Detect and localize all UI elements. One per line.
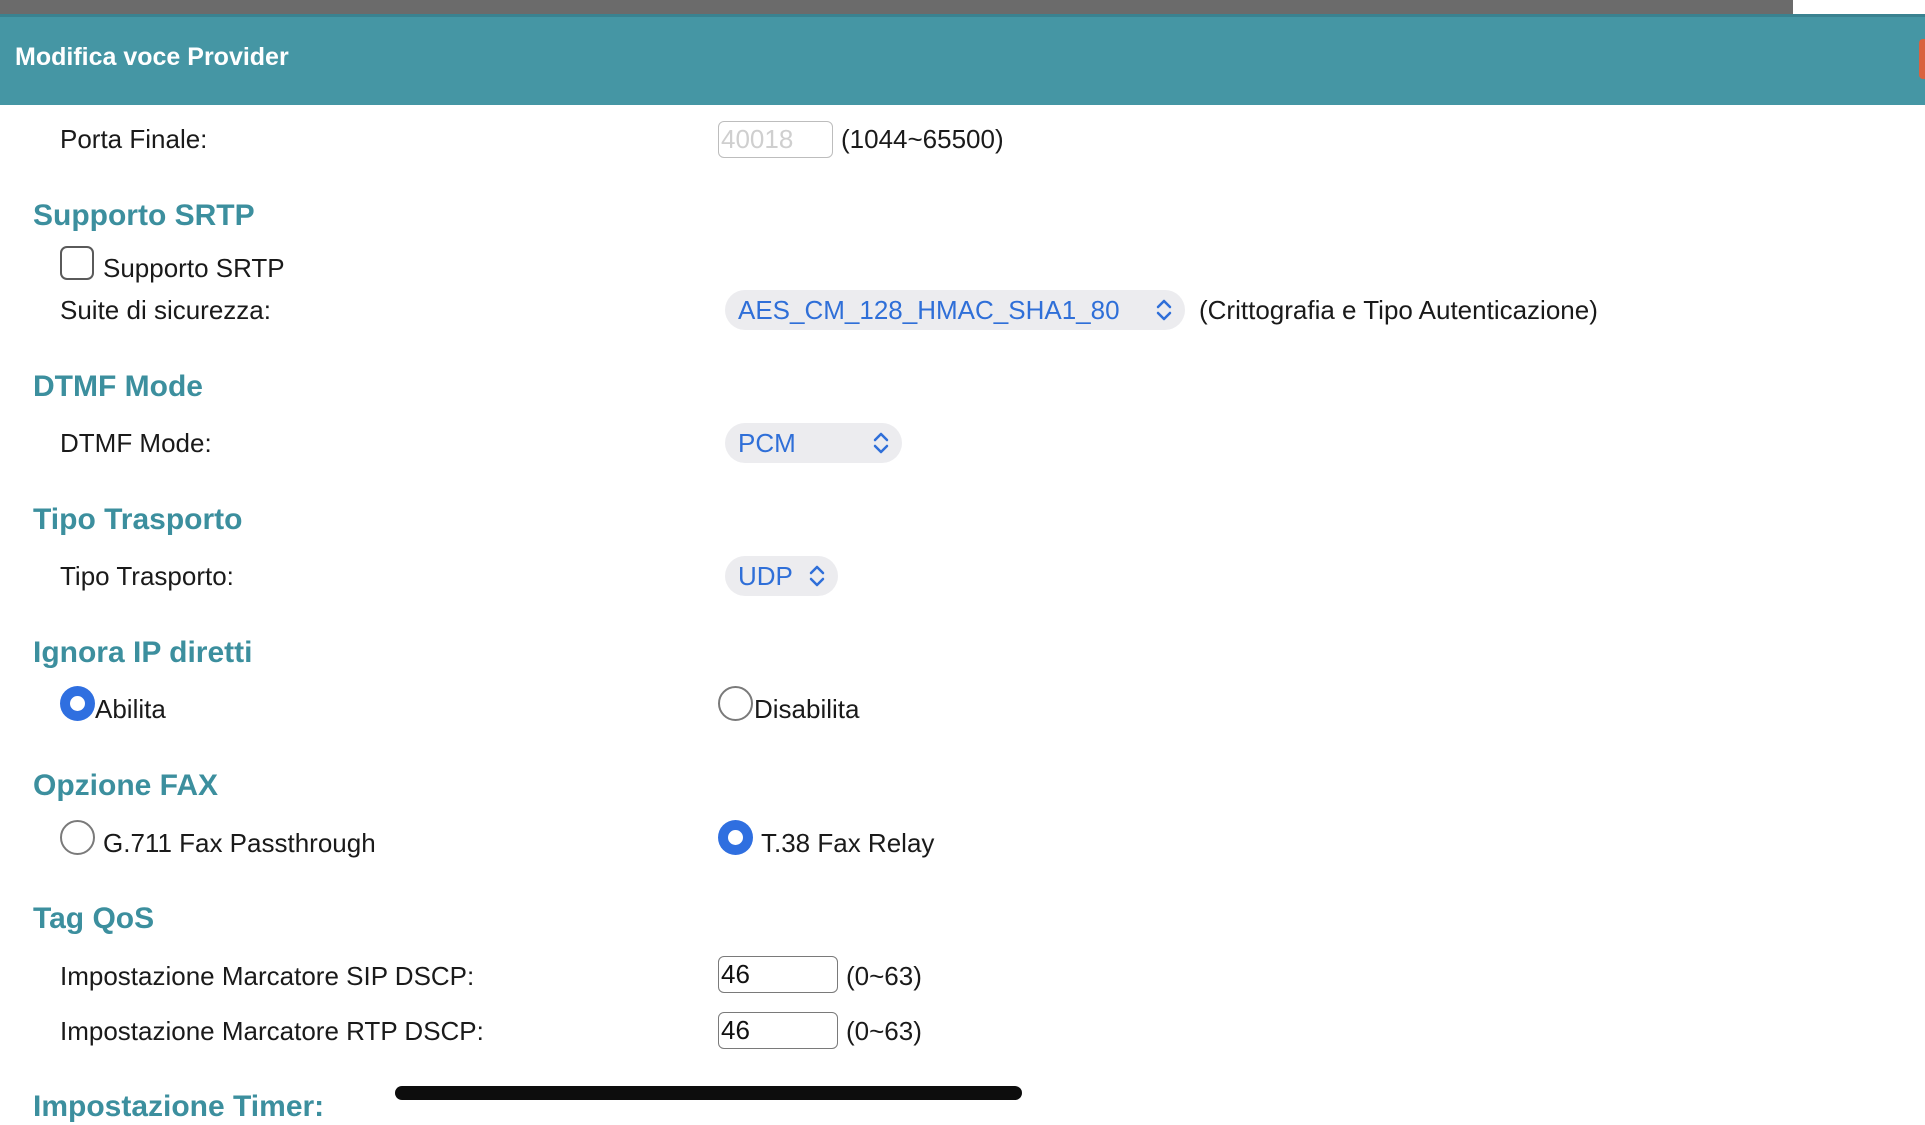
dtmf-section-title: DTMF Mode <box>33 370 203 403</box>
dtmf-select[interactable]: PCM <box>725 423 902 463</box>
qos-section-title: Tag QoS <box>33 902 155 935</box>
fax-t38-label: T.38 Fax Relay <box>761 828 935 858</box>
suite-label: Suite di sicurezza: <box>60 295 271 325</box>
trasporto-label: Tipo Trasporto: <box>60 561 234 591</box>
sip-dscp-input[interactable]: 46 <box>718 956 838 993</box>
chevron-updown-icon <box>1156 299 1172 321</box>
fax-g711-radio[interactable] <box>60 820 95 855</box>
ignora-ip-enable-radio[interactable] <box>60 686 95 721</box>
fax-section-title: Opzione FAX <box>33 769 219 802</box>
trasporto-select[interactable]: UDP <box>725 556 838 596</box>
ignora-ip-disable-label: Disabilita <box>754 694 860 724</box>
srtp-checkbox-label: Supporto SRTP <box>103 253 285 283</box>
sip-dscp-label: Impostazione Marcatore SIP DSCP: <box>60 961 475 991</box>
rtp-dscp-range: (0~63) <box>846 1016 922 1046</box>
rtp-dscp-label: Impostazione Marcatore RTP DSCP: <box>60 1016 484 1046</box>
porta-finale-input[interactable]: 40018 <box>718 121 833 158</box>
trasporto-select-value: UDP <box>738 561 793 591</box>
srtp-section-title: Supporto SRTP <box>33 199 255 232</box>
top-bar-dark <box>0 0 1793 14</box>
suite-select[interactable]: AES_CM_128_HMAC_SHA1_80 <box>725 290 1185 330</box>
dialog-title: Modifica voce Provider <box>15 43 289 71</box>
home-indicator <box>395 1086 1022 1100</box>
porta-finale-range: (1044~65500) <box>841 124 1004 154</box>
chevron-updown-icon <box>873 432 889 454</box>
srtp-checkbox[interactable] <box>60 246 94 280</box>
fax-t38-radio[interactable] <box>718 820 753 855</box>
close-icon[interactable] <box>1919 39 1925 79</box>
ignora-ip-disable-radio[interactable] <box>718 686 753 721</box>
dtmf-label: DTMF Mode: <box>60 428 212 458</box>
rtp-dscp-input[interactable]: 46 <box>718 1012 838 1049</box>
suite-select-value: AES_CM_128_HMAC_SHA1_80 <box>738 295 1120 325</box>
fax-g711-label: G.711 Fax Passthrough <box>103 828 376 858</box>
dtmf-select-value: PCM <box>738 428 796 458</box>
trasporto-section-title: Tipo Trasporto <box>33 503 243 536</box>
dialog-titlebar: Modifica voce Provider <box>0 14 1925 105</box>
ignora-ip-enable-label: Abilita <box>95 694 166 724</box>
chevron-updown-icon <box>809 565 825 587</box>
sip-dscp-range: (0~63) <box>846 961 922 991</box>
ignora-ip-section-title: Ignora IP diretti <box>33 636 253 669</box>
suite-hint: (Crittografia e Tipo Autenticazione) <box>1199 295 1598 325</box>
timer-section-title: Impostazione Timer: <box>33 1090 325 1123</box>
page: Modifica voce Provider Porta Finale: 400… <box>0 0 1925 1125</box>
porta-finale-label: Porta Finale: <box>60 124 208 154</box>
